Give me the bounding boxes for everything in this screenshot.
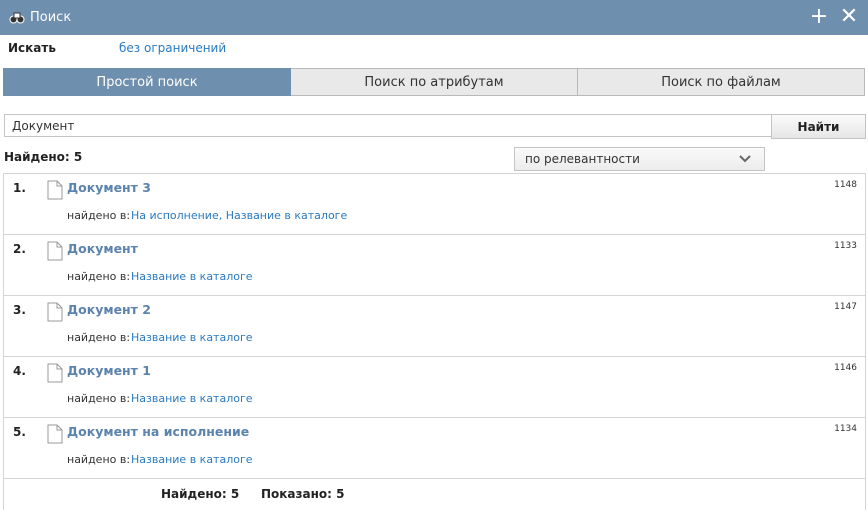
result-title-link[interactable]: Документ 1 bbox=[67, 363, 151, 378]
result-number: 4. bbox=[13, 364, 26, 378]
document-icon bbox=[47, 302, 63, 322]
add-icon[interactable]: + bbox=[809, 6, 829, 28]
document-icon bbox=[47, 424, 63, 444]
result-number: 1. bbox=[13, 181, 26, 195]
binoculars-icon bbox=[9, 10, 25, 26]
sort-select[interactable]: по релевантности bbox=[514, 147, 765, 171]
found-in-label: найдено в: bbox=[67, 270, 131, 283]
result-id: 1147 bbox=[834, 302, 857, 312]
footer-found-count: Найдено: 5 bbox=[161, 487, 240, 501]
result-id: 1134 bbox=[834, 424, 857, 434]
result-item: 2. Документ найдено в: Название в катало… bbox=[4, 235, 865, 296]
result-item: 1. Документ 3 найдено в: На исполнение, … bbox=[4, 174, 865, 235]
document-icon bbox=[47, 180, 63, 200]
search-tabs: Простой поиск Поиск по атрибутам Поиск п… bbox=[3, 68, 865, 96]
found-in-links[interactable]: Название в каталоге bbox=[131, 392, 253, 405]
find-button[interactable]: Найти bbox=[771, 114, 866, 139]
result-number: 2. bbox=[13, 242, 26, 256]
document-icon bbox=[47, 241, 63, 261]
result-title-link[interactable]: Документ 3 bbox=[67, 180, 151, 195]
tab-attribute-search[interactable]: Поиск по атрибутам bbox=[291, 68, 578, 96]
chevron-down-icon bbox=[738, 152, 752, 166]
result-title-link[interactable]: Документ bbox=[67, 241, 138, 256]
found-in-links[interactable]: Название в каталоге bbox=[131, 331, 253, 344]
scope-label: Искать bbox=[8, 41, 56, 55]
result-title-link[interactable]: Документ 2 bbox=[67, 302, 151, 317]
found-in-links[interactable]: Название в каталоге bbox=[131, 453, 253, 466]
title-bar: Поиск + ✕ bbox=[0, 0, 868, 35]
result-id: 1146 bbox=[834, 363, 857, 373]
result-item: 4. Документ 1 найдено в: Название в ката… bbox=[4, 357, 865, 418]
document-icon bbox=[47, 363, 63, 383]
result-number: 3. bbox=[13, 303, 26, 317]
result-item: 3. Документ 2 найдено в: Название в ката… bbox=[4, 296, 865, 357]
search-input[interactable] bbox=[4, 114, 772, 137]
found-count: Найдено: 5 bbox=[4, 150, 83, 164]
tab-simple-search[interactable]: Простой поиск bbox=[3, 68, 291, 96]
found-in-label: найдено в: bbox=[67, 209, 131, 222]
result-id: 1133 bbox=[834, 241, 857, 251]
result-item: 5. Документ на исполнение найдено в: Наз… bbox=[4, 418, 865, 479]
results-footer: Найдено: 5 Показано: 5 bbox=[0, 487, 868, 507]
result-number: 5. bbox=[13, 425, 26, 439]
results-list: 1. Документ 3 найдено в: На исполнение, … bbox=[3, 173, 866, 510]
window-title: Поиск bbox=[30, 10, 72, 25]
sort-value: по релевантности bbox=[525, 152, 640, 166]
found-in-label: найдено в: bbox=[67, 331, 131, 344]
result-title-link[interactable]: Документ на исполнение bbox=[67, 424, 249, 439]
close-icon[interactable]: ✕ bbox=[839, 6, 859, 28]
scope-link[interactable]: без ограничений bbox=[119, 41, 226, 55]
result-id: 1148 bbox=[834, 180, 857, 190]
found-in-links[interactable]: На исполнение, Название в каталоге bbox=[131, 209, 347, 222]
search-scope-row: Искать без ограничений bbox=[0, 35, 868, 63]
found-in-links[interactable]: Название в каталоге bbox=[131, 270, 253, 283]
tab-file-search[interactable]: Поиск по файлам bbox=[578, 68, 865, 96]
found-in-label: найдено в: bbox=[67, 453, 131, 466]
footer-shown-count: Показано: 5 bbox=[261, 487, 345, 501]
found-in-label: найдено в: bbox=[67, 392, 131, 405]
